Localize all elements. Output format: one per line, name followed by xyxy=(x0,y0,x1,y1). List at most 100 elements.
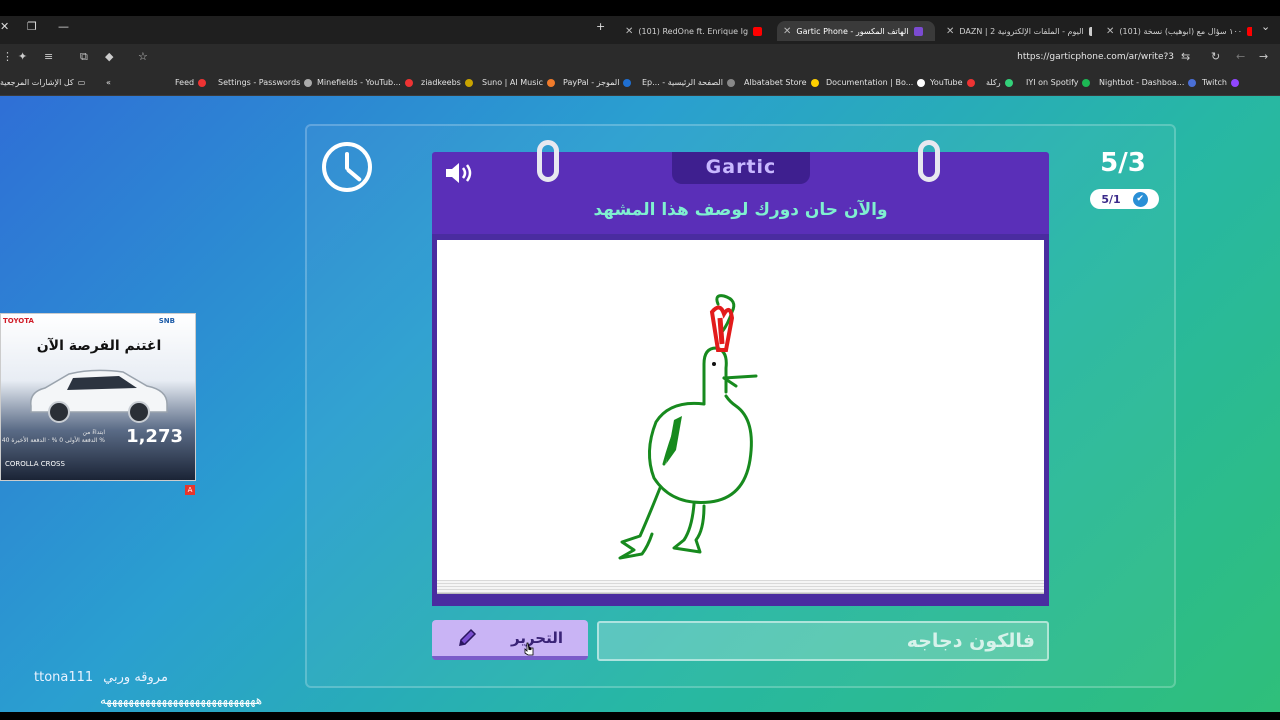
bookmark-label: ziadkeebs xyxy=(421,78,461,87)
tune-icon[interactable]: ≡ xyxy=(44,50,53,63)
ad-price-prefix: ابتداءً من xyxy=(82,429,105,436)
twitch-icon xyxy=(1230,78,1239,87)
round-counter: 5/3 xyxy=(1100,148,1146,178)
answer-input[interactable]: فالكون دجاجه xyxy=(597,621,1049,661)
ad-model: COROLLA CROSS xyxy=(5,460,65,468)
bookmarks-overflow-icon[interactable]: « xyxy=(106,78,111,87)
forward-icon[interactable]: ← xyxy=(1236,50,1245,63)
window-bottom-strip xyxy=(0,712,1280,720)
keyboard-icon xyxy=(464,78,473,87)
site-settings-icon[interactable]: ⇆ xyxy=(1181,50,1190,63)
timer-icon xyxy=(322,142,372,192)
bookmark-label: Twitch xyxy=(1202,78,1227,87)
diamond-icon xyxy=(917,78,926,87)
url-field[interactable]: https://garticphone.com/ar/write?3 xyxy=(1017,52,1174,62)
youtube-icon xyxy=(1247,26,1252,36)
chat-username: ttona111 xyxy=(34,670,94,685)
folder-icon: ▭ xyxy=(77,78,86,87)
bookmark-star-icon[interactable]: ☆ xyxy=(138,50,148,63)
close-tab-icon[interactable]: ✕ xyxy=(946,26,954,37)
new-tab-icon[interactable]: + xyxy=(596,20,605,33)
youtube-icon xyxy=(404,78,413,87)
bookmark-item[interactable]: Twitch xyxy=(1202,78,1239,87)
bookmark-label: Documentation | Bo... xyxy=(826,78,914,87)
bookmark-label: YouTube xyxy=(930,78,963,87)
bookmark-item[interactable]: Documentation | Bo... xyxy=(826,78,926,87)
edit-button[interactable]: التحرير xyxy=(432,620,588,660)
youtube-icon xyxy=(966,78,975,87)
bookmark-label: Settings - Passwords xyxy=(218,78,301,87)
ad-sponsor: SNB xyxy=(158,317,175,325)
bookmark-label: PayPal - الموجز xyxy=(563,78,620,87)
bookmark-label: ركلة xyxy=(986,78,1001,87)
bookmarks-bar: كل الإشارات المرجعية ▭ « Feed Settings -… xyxy=(0,72,1280,96)
bookmark-item[interactable]: YouTube xyxy=(930,78,975,87)
extension-icon[interactable]: ⋮ xyxy=(2,50,13,63)
tab-bar: ✕ ❐ — + ✕ (101) RedOne ft. Enrique Ig ✕ … xyxy=(0,16,1280,44)
bookmark-item[interactable]: ziadkeebs xyxy=(421,78,473,87)
tab-questions[interactable]: ✕ (101) ١٠٠ سؤال مع (ابوهيب) نسخة xyxy=(1100,21,1252,41)
bookmark-label: Suno | AI Music xyxy=(482,78,544,87)
ad-details-text: الدفعة الأولى 0 % · الدفعة الأخيرة 40 % xyxy=(1,437,105,444)
bookmark-item[interactable]: ركلة xyxy=(986,78,1013,87)
gartic-logo: Gartic xyxy=(672,152,810,184)
progress-badge-text: 5/1 xyxy=(1101,192,1121,206)
hand-cursor-icon xyxy=(524,642,534,656)
pencil-icon xyxy=(459,628,477,646)
prompt-text: والآن حان دورك لوصف هذا المشهد xyxy=(593,200,888,220)
bookmark-item[interactable]: Nightbot - Dashboa... xyxy=(1099,78,1197,87)
binder-ring-icon xyxy=(918,140,940,182)
bookmark-item[interactable]: Suno | AI Music xyxy=(482,78,556,87)
feed-icon xyxy=(198,78,207,87)
kick-icon xyxy=(1004,78,1013,87)
speaker-icon[interactable] xyxy=(444,162,474,184)
diamond-icon[interactable]: ◆ xyxy=(105,50,113,63)
bookmark-item[interactable]: PayPal - الموجز xyxy=(563,78,632,87)
bookmark-item[interactable]: Feed xyxy=(175,78,207,87)
address-bar: ⋮ ✦ ≡ ⧉ ◆ ☆ https://garticphone.com/ar/w… xyxy=(0,44,1280,72)
minimize-window-icon[interactable]: — xyxy=(58,20,69,33)
bookmark-label: Ep... - الصفحة الرئيسية xyxy=(642,78,723,87)
bookmark-label: Nightbot - Dashboa... xyxy=(1099,78,1185,87)
bookmark-item[interactable]: IYI on Spotify xyxy=(1026,78,1091,87)
bookmark-item[interactable]: Albatabet Store xyxy=(744,78,819,87)
bookmark-item[interactable]: Settings - Passwords xyxy=(218,78,313,87)
ad-brand: TOYOTA xyxy=(3,317,34,325)
game-stage: 5/3 5/1 ✔ Gartic والآن حان دورك لوصف هذا… xyxy=(0,96,1280,712)
advertisement[interactable]: TOYOTA SNB اغتنم الفرصة الآن ابتداءً من … xyxy=(0,313,196,481)
close-tab-icon[interactable]: ✕ xyxy=(625,26,633,37)
tab-dazn[interactable]: ✕ DAZN | 2 اليوم - الملفات الإلكترونية xyxy=(940,21,1092,41)
page-icon xyxy=(1088,26,1092,36)
spotify-icon xyxy=(1082,78,1091,87)
chicken-drawing xyxy=(618,294,758,560)
close-tab-icon[interactable]: ✕ xyxy=(783,26,791,37)
ad-headline: اغتنم الفرصة الآن xyxy=(36,338,162,354)
bookmark-item[interactable]: Ep... - الصفحة الرئيسية xyxy=(642,78,735,87)
gartic-icon xyxy=(913,26,923,36)
back-icon[interactable]: → xyxy=(1259,50,1268,63)
chat-overlay-line: ttona111 مروقه وربي xyxy=(34,670,168,685)
page-icon xyxy=(726,78,735,87)
edit-button-label: التحرير xyxy=(510,629,563,647)
check-icon: ✔ xyxy=(1132,191,1148,207)
adchoices-icon[interactable]: A xyxy=(185,485,195,495)
tab-label: DAZN | 2 اليوم - الملفات الإلكترونية xyxy=(959,26,1084,36)
paypal-icon xyxy=(623,78,632,87)
tab-label: (101) ١٠٠ سؤال مع (ابوهيب) نسخة xyxy=(1119,26,1243,36)
suno-icon xyxy=(547,78,556,87)
tab-redone[interactable]: ✕ (101) RedOne ft. Enrique Ig xyxy=(619,21,769,41)
pin-icon[interactable]: ✦ xyxy=(18,50,27,63)
close-tab-icon[interactable]: ✕ xyxy=(1106,26,1114,37)
ad-details: ابتداءً من الدفعة الأولى 0 % · الدفعة ال… xyxy=(2,429,105,445)
bookmark-item[interactable]: Minefields - YouTub... xyxy=(317,78,413,87)
ad-price: 1,273 xyxy=(126,426,183,447)
youtube-icon xyxy=(753,26,763,36)
close-window-icon[interactable]: ✕ xyxy=(0,20,9,33)
tab-gartic[interactable]: ✕ Gartic Phone - الهاتف المكسور xyxy=(777,21,935,41)
tab-search-icon[interactable]: ⌄ xyxy=(1261,20,1270,33)
bookmarks-folder[interactable]: كل الإشارات المرجعية ▭ xyxy=(0,78,85,87)
share-icon[interactable]: ⧉ xyxy=(80,50,88,64)
restore-window-icon[interactable]: ❐ xyxy=(27,20,37,33)
store-icon xyxy=(810,78,819,87)
reload-icon[interactable]: ↻ xyxy=(1211,50,1220,63)
